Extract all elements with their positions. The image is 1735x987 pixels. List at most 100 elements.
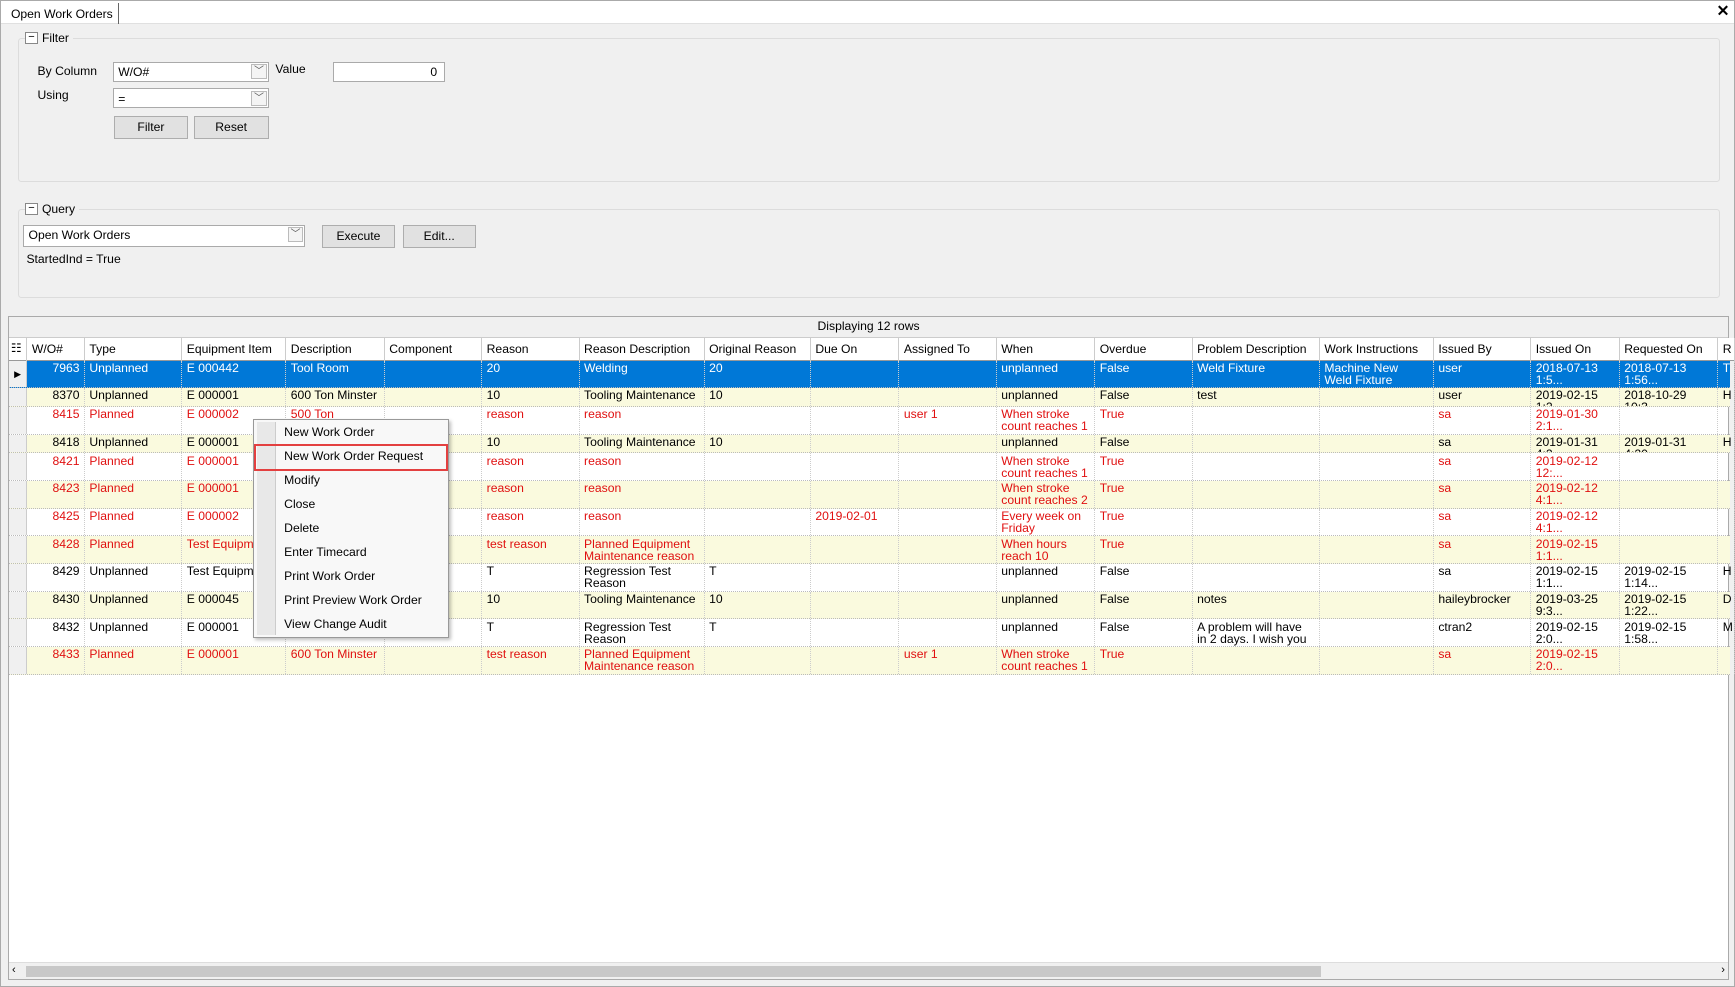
table-cell: Weld Fixture — [1193, 360, 1320, 388]
query-select[interactable]: Open Work Orders ﹀ — [23, 224, 306, 247]
table-cell: Planned — [85, 407, 183, 434]
menu-item[interactable]: View Change Audit — [284, 613, 444, 636]
row-header[interactable] — [8, 434, 28, 453]
menu-item[interactable]: New Work Order — [284, 421, 444, 444]
table-cell — [1718, 647, 1735, 674]
column-header[interactable]: Issued By — [1434, 338, 1532, 361]
using-select[interactable]: = ﹀ — [112, 88, 269, 109]
table-cell: Planned — [85, 647, 183, 674]
table-cell: True — [1095, 453, 1193, 481]
menu-item[interactable]: Modify — [284, 469, 444, 492]
value-input[interactable]: 0 — [332, 61, 445, 82]
edit-button[interactable]: Edit... — [402, 224, 476, 248]
table-cell: True — [1095, 508, 1193, 536]
column-header[interactable]: Overdue — [1095, 338, 1193, 361]
column-header[interactable]: When — [997, 338, 1096, 361]
row-header[interactable]: ▶ — [8, 360, 28, 388]
column-header[interactable]: Assigned To — [899, 338, 997, 361]
column-chooser-icon[interactable]: ☷ — [9, 338, 28, 361]
column-header[interactable]: Component — [385, 338, 483, 361]
row-header[interactable] — [8, 388, 28, 406]
row-header[interactable] — [8, 508, 28, 536]
table-cell: unplanned — [997, 564, 1096, 591]
row-header[interactable] — [8, 536, 28, 564]
table-cell — [705, 481, 811, 508]
row-header[interactable] — [8, 647, 28, 674]
reset-button[interactable]: Reset — [193, 116, 269, 140]
row-header[interactable] — [8, 619, 28, 647]
column-header[interactable]: Requested On — [1620, 338, 1719, 361]
table-row[interactable]: 8370 Unplanned E 000001 600 Ton Minster 10 To… — [8, 388, 1735, 407]
table-cell — [811, 591, 900, 619]
scroll-right-icon[interactable]: › — [1721, 964, 1725, 976]
column-header[interactable]: Issued On — [1531, 338, 1620, 361]
column-header[interactable]: W/O# — [27, 338, 85, 361]
row-header[interactable] — [8, 407, 28, 434]
collapse-filter-icon[interactable]: − — [25, 31, 38, 44]
table-cell: 8423 — [27, 481, 85, 508]
table-row[interactable]: ▶ 7963 Unplanned E 000442 Tool Room 20 Welding… — [8, 360, 1735, 389]
table-cell: 2019-01-31 4:2... — [1531, 434, 1620, 453]
using-label: Using — [37, 88, 69, 103]
table-cell — [1193, 536, 1320, 564]
table-cell: test reason — [482, 647, 580, 674]
horizontal-scrollbar[interactable]: ‹ › — [8, 961, 1729, 980]
by-column-select[interactable]: W/O# ﹀ — [112, 61, 269, 82]
column-header[interactable]: Description — [286, 338, 385, 361]
table-cell: Planned — [85, 453, 183, 481]
execute-button[interactable]: Execute — [321, 224, 395, 248]
table-cell: False — [1095, 591, 1193, 619]
chevron-down-icon[interactable]: ﹀ — [251, 90, 267, 106]
scrollbar-thumb[interactable] — [26, 965, 1322, 977]
filter-button[interactable]: Filter — [113, 116, 188, 140]
table-cell — [1320, 647, 1434, 674]
query-condition: StartedInd = True — [26, 252, 121, 267]
table-cell: E 000001 — [182, 388, 287, 406]
table-row[interactable]: 8433 Planned E 000001 600 Ton Minster test r… — [8, 647, 1735, 675]
table-cell: reason — [580, 453, 705, 481]
query-value: Open Work Orders — [28, 227, 131, 242]
column-header[interactable]: Work Instructions — [1320, 338, 1434, 361]
tab-open-work-orders[interactable]: Open Work Orders — [5, 3, 120, 25]
column-header[interactable]: Problem Description — [1193, 338, 1320, 361]
menu-item[interactable]: Print Work Order — [284, 565, 444, 588]
menu-item[interactable]: Close — [284, 493, 444, 516]
table-cell: D — [1718, 591, 1735, 619]
column-header[interactable]: Type — [85, 338, 183, 361]
menu-item[interactable]: Delete — [284, 517, 444, 540]
chevron-down-icon[interactable]: ﹀ — [251, 63, 267, 80]
column-header[interactable]: Original Reason — [705, 338, 811, 361]
menu-item[interactable]: Print Preview Work Order — [284, 589, 444, 612]
menu-item[interactable]: Enter Timecard — [284, 541, 444, 564]
table-cell: 8428 — [27, 536, 85, 564]
table-cell: test reason — [482, 536, 580, 564]
close-icon[interactable]: ✕ — [1717, 2, 1730, 21]
column-header[interactable]: Due On — [811, 338, 900, 361]
column-header[interactable]: R — [1718, 338, 1735, 361]
table-cell: When stroke count reaches 2 — [997, 481, 1096, 508]
column-header[interactable]: Reason — [482, 338, 580, 361]
row-header[interactable] — [8, 591, 28, 619]
table-cell — [1620, 453, 1719, 481]
table-cell: user — [1434, 360, 1532, 388]
table-cell: False — [1095, 564, 1193, 591]
table-cell — [705, 647, 811, 674]
table-cell: Planned Equipment Maintenance reason — [580, 536, 705, 564]
table-cell: sa — [1434, 407, 1532, 434]
row-header[interactable] — [8, 453, 28, 481]
scroll-left-icon[interactable]: ‹ — [12, 964, 16, 976]
table-cell: sa — [1434, 564, 1532, 591]
table-cell: 2019-02-01 — [811, 508, 900, 536]
table-cell — [899, 360, 997, 388]
table-cell: E 000442 — [182, 360, 287, 388]
collapse-query-icon[interactable]: − — [25, 203, 38, 216]
chevron-down-icon[interactable]: ﹀ — [287, 226, 304, 243]
table-cell — [899, 619, 997, 647]
row-header[interactable] — [8, 564, 28, 591]
table-cell: Unplanned — [85, 564, 183, 591]
table-cell: 10 — [482, 434, 580, 453]
row-header[interactable] — [8, 481, 28, 508]
column-header[interactable]: Equipment Item — [182, 338, 287, 361]
table-cell: 8433 — [27, 647, 85, 674]
column-header[interactable]: Reason Description — [580, 338, 705, 361]
